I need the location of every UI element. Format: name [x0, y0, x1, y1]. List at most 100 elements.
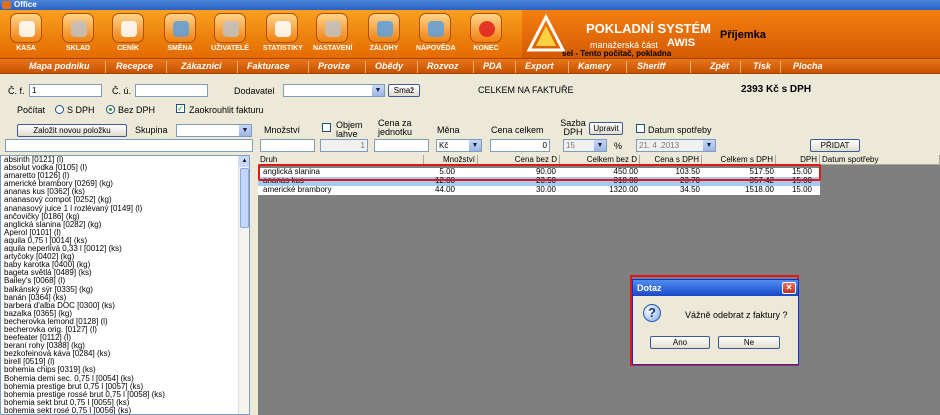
add-button[interactable]: PŘIDAT [810, 139, 860, 152]
menu-recepce[interactable]: Recepce [116, 61, 153, 71]
menu-kamery[interactable]: Kamery [578, 61, 611, 71]
chevron-down-icon: ▼ [469, 140, 481, 151]
expiry-date-checkbox[interactable] [636, 124, 645, 133]
statistics-icon [266, 13, 298, 43]
item-list-entries: absinth [0121] (l) absolut vodka [0105] (… [1, 156, 249, 414]
menu-zpet[interactable]: Zpět [710, 61, 729, 71]
section-title: Příjemka [720, 29, 766, 41]
invoice-grid[interactable]: Druh Množství Cena bez D Celkem bez D Ce… [258, 155, 940, 415]
grid-row[interactable]: americké brambory 44.00 30.00 1320.00 34… [258, 185, 820, 195]
objem-label: Objem lahve [336, 120, 363, 139]
dialog-no-button[interactable]: Ne [718, 336, 780, 349]
shift-icon [164, 13, 196, 43]
round-invoice-checkbox[interactable]: ✓ [176, 104, 185, 113]
dialog-title: Dotaz [637, 283, 662, 293]
app-icon [2, 1, 11, 9]
mnozstvi-label: Množství [264, 125, 301, 135]
backup-disc-icon [368, 13, 400, 43]
exit-icon [470, 13, 502, 43]
bottle-volume-checkbox[interactable] [322, 123, 331, 132]
item-search-field[interactable] [5, 139, 253, 152]
sazba-label: Sazba DPH [560, 118, 586, 137]
brand-status: sel - Tento počítač, pokladna [562, 49, 672, 58]
quantity-field[interactable] [260, 139, 315, 152]
toolbar-uzivatele-button[interactable]: UŽIVATELÉ [211, 13, 249, 57]
menu-rozvoz[interactable]: Rozvoz [427, 61, 459, 71]
unit-price-field[interactable] [374, 139, 429, 152]
total-value: 2393 Kč s DPH [741, 84, 812, 95]
toolbar-nastaveni-button[interactable]: NASTAVENÍ [313, 13, 352, 57]
cena-celkem-label: Cena celkem [491, 125, 544, 135]
bez-dph-radio[interactable] [106, 105, 115, 114]
confirm-dialog: Dotaz ✕ ? Vážně odebrat z faktury ? Ano … [632, 279, 799, 365]
toolbar-cenik-button[interactable]: CENÍK [109, 13, 147, 57]
menu-bar: Mapa podniku Recepce Zákazníci Fakturace… [0, 58, 940, 74]
menu-fakturace[interactable]: Fakturace [247, 61, 290, 71]
toolbar-konec-button[interactable]: KONEC [467, 13, 505, 57]
bottle-volume-field: 1 [320, 139, 368, 152]
cf-label: Č. f. [8, 86, 25, 96]
s-dph-label: S DPH [67, 105, 95, 115]
total-price-field[interactable]: 0 [490, 139, 550, 152]
list-item[interactable]: bohemia sekt rosé 0,75 l [0056] (ks) [1, 406, 249, 414]
dialog-yes-button[interactable]: Ano [650, 336, 710, 349]
menu-sheriff[interactable]: Sheriff [637, 61, 665, 71]
chevron-down-icon: ▼ [239, 125, 251, 136]
cu-label: Č. ú. [112, 86, 132, 96]
dialog-titlebar: Dotaz ✕ [633, 280, 798, 296]
users-icon [214, 13, 246, 43]
menu-pda[interactable]: PDA [483, 61, 502, 71]
smaz-button[interactable]: Smaž [388, 84, 420, 97]
brand-title: POKLADNÍ SYSTÉM [586, 21, 711, 36]
toolbar-kasa-button[interactable]: KASA [7, 13, 45, 57]
window-title: Office [14, 0, 37, 9]
expiry-date-field: 21. 4 .2013 ▼ [636, 139, 716, 152]
invoice-number-field[interactable]: 1 [29, 84, 102, 97]
menu-obedy[interactable]: Obědy [375, 61, 403, 71]
toolbar-sklad-button[interactable]: SKLAD [59, 13, 97, 57]
settings-tools-icon [316, 13, 348, 43]
dodavatel-label: Dodavatel [234, 86, 275, 96]
menu-tisk[interactable]: Tisk [753, 61, 771, 71]
supplier-select[interactable]: ▼ [283, 84, 385, 97]
toolbar-smena-button[interactable]: SMĚNA [161, 13, 199, 57]
item-list[interactable]: absinth [0121] (l) absolut vodka [0105] (… [0, 155, 250, 415]
currency-select[interactable]: Kč ▼ [436, 139, 482, 152]
new-item-button[interactable]: Založit novou položku [17, 124, 127, 137]
toolbar-zalohy-button[interactable]: ZÁLOHY [365, 13, 403, 57]
price-list-icon [112, 13, 144, 43]
list-scrollbar[interactable]: ▲ [238, 156, 249, 414]
brand-banner: POKLADNÍ SYSTÉM manažerská část AWIS sel… [522, 10, 940, 58]
window-titlebar: Office [0, 0, 940, 10]
vat-rate-select: 15 ▼ [563, 139, 607, 152]
cash-register-icon [10, 13, 42, 43]
toolbar-napoveda-button[interactable]: NÁPOVĚDA [416, 13, 456, 57]
row-highlight-annotation [258, 164, 821, 181]
menu-mapa-podniku[interactable]: Mapa podniku [29, 61, 90, 71]
bez-dph-label: Bez DPH [118, 105, 156, 115]
percent-label: % [614, 141, 623, 151]
scroll-up-icon[interactable]: ▲ [239, 156, 249, 167]
scroll-thumb[interactable] [240, 168, 249, 228]
total-label: CELKEM NA FAKTUŘE [478, 85, 574, 95]
group-select[interactable]: ▼ [176, 124, 252, 137]
question-icon: ? [643, 304, 661, 322]
chevron-down-icon: ▼ [703, 140, 715, 151]
round-invoice-label: Zaokrouhlit fakturu [189, 105, 264, 115]
menu-export[interactable]: Export [525, 61, 554, 71]
dialog-message: Vážně odebrat z faktury ? [685, 310, 788, 320]
awis-logo [526, 14, 566, 52]
chevron-down-icon: ▼ [372, 85, 384, 96]
col-datum-spotreby[interactable]: Datum spotřeby [820, 155, 940, 165]
account-number-field[interactable] [135, 84, 208, 97]
close-icon[interactable]: ✕ [782, 282, 796, 294]
menu-plocha[interactable]: Plocha [793, 61, 823, 71]
menu-provize[interactable]: Provize [318, 61, 350, 71]
mena-label: Měna [437, 125, 460, 135]
toolbar-statistiky-button[interactable]: STATISTIKY [263, 13, 303, 57]
s-dph-radio[interactable] [55, 105, 64, 114]
upravit-button[interactable]: Upravit [589, 122, 623, 135]
chevron-down-icon: ▼ [594, 140, 606, 151]
menu-zakaznici[interactable]: Zákazníci [181, 61, 222, 71]
datum-label: Datum spotřeby [648, 125, 712, 135]
